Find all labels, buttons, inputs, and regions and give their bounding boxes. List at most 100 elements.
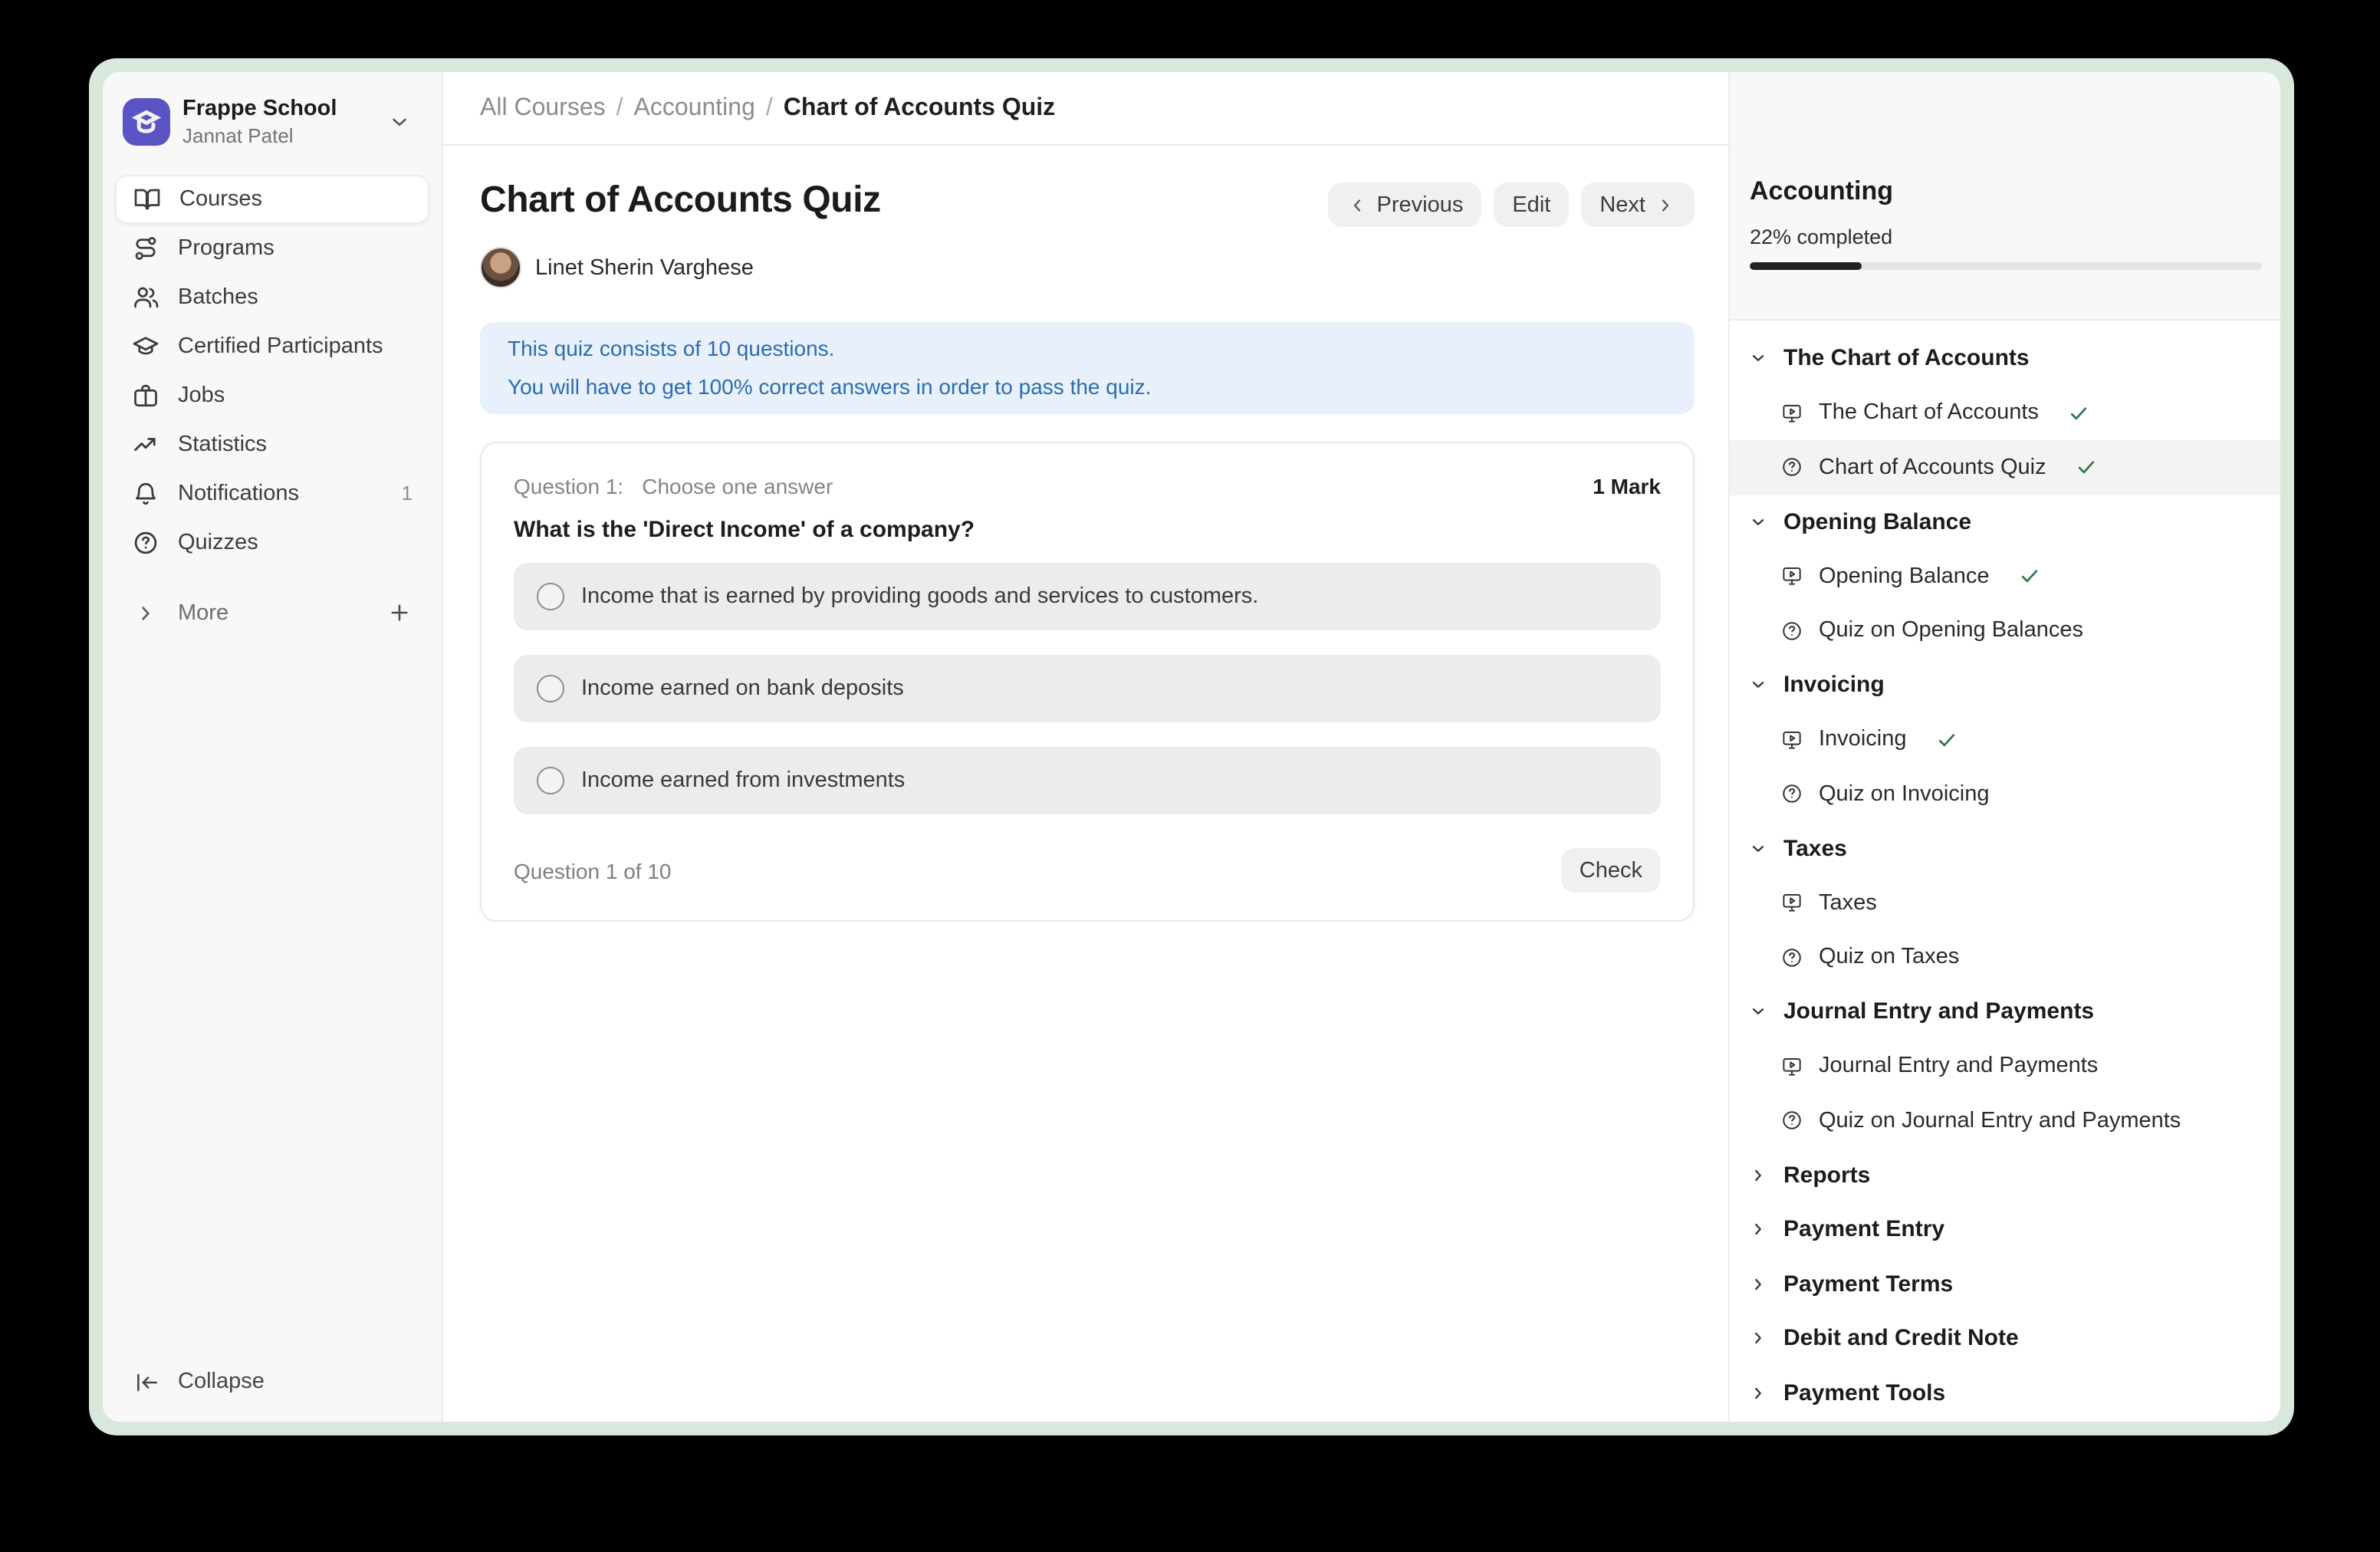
sidebar-item-courses[interactable]: Courses [115, 174, 429, 223]
course-panel-header: Accounting 22% completed [1730, 72, 2280, 321]
collapse-button[interactable]: Collapse [115, 1357, 429, 1406]
answer-options: Income that is earned by providing goods… [514, 563, 1661, 814]
chevron-right-icon [133, 600, 158, 625]
outline-item-label: Quiz on Opening Balances [1819, 619, 2083, 643]
quiz-option-2[interactable]: Income earned on bank deposits [514, 655, 1661, 722]
question-text: What is the 'Direct Income' of a company… [514, 517, 1661, 543]
edit-button[interactable]: Edit [1494, 182, 1569, 227]
option-label: Income that is earned by providing goods… [581, 584, 1258, 609]
sidebar-more-wrap: More [103, 588, 442, 637]
route-icon [132, 234, 159, 261]
sidebar-item-more[interactable]: More [115, 588, 429, 637]
breadcrumb-current: Chart of Accounts Quiz [784, 94, 1055, 122]
bell-icon [132, 479, 159, 507]
breadcrumb-accounting[interactable]: Accounting [634, 94, 755, 122]
previous-button[interactable]: Previous [1328, 182, 1482, 227]
sidebar-item-label: Batches [178, 284, 258, 309]
chevron-right-icon [1748, 1220, 1768, 1240]
help-circle-icon [1780, 620, 1803, 643]
author-avatar [480, 247, 521, 288]
outline-section-journal-entry-and-payments[interactable]: Journal Entry and Payments [1730, 985, 2280, 1039]
outline-section-opening-balance[interactable]: Opening Balance [1730, 495, 2280, 549]
briefcase-icon [132, 381, 159, 409]
outline-item-invoicing[interactable]: Invoicing [1730, 712, 2280, 767]
next-button[interactable]: Next [1581, 182, 1695, 227]
outline-item-label: Quiz on Invoicing [1819, 782, 1989, 807]
sidebar-item-batches[interactable]: Batches [115, 272, 429, 321]
brand-text: Frappe School Jannat Patel [182, 97, 376, 148]
sidebar-item-certified-participants[interactable]: Certified Participants [115, 321, 429, 370]
outline-item-quiz-on-taxes[interactable]: Quiz on Taxes [1730, 930, 2280, 985]
sidebar-item-quizzes[interactable]: Quizzes [115, 518, 429, 567]
question-card-header: Question 1: Choose one answer 1 Mark [514, 474, 1661, 498]
sidebar-item-notifications[interactable]: Notifications1 [115, 469, 429, 518]
outline-section-taxes[interactable]: Taxes [1730, 821, 2280, 876]
monitor-play-icon [1780, 402, 1803, 425]
screen: Frappe School Jannat Patel CoursesProgra… [0, 0, 2380, 1552]
monitor-play-icon [1780, 728, 1803, 751]
radio-button[interactable] [537, 583, 564, 610]
trending-up-icon [132, 430, 159, 458]
outline-item-the-chart-of-accounts[interactable]: The Chart of Accounts [1730, 386, 2280, 440]
sidebar-item-programs[interactable]: Programs [115, 223, 429, 272]
course-outline: The Chart of Accounts The Chart of Accoun… [1730, 321, 2280, 1422]
outline-section-reports[interactable]: Reports [1730, 1148, 2280, 1202]
outline-section-payment-entry[interactable]: Payment Entry [1730, 1202, 2280, 1257]
left-sidebar: Frappe School Jannat Patel CoursesProgra… [103, 72, 443, 1422]
sidebar-item-label: Notifications [178, 481, 299, 505]
chevron-right-icon [1748, 1329, 1768, 1349]
outline-section-payment-tools[interactable]: Payment Tools [1730, 1366, 2280, 1420]
sidebar-item-jobs[interactable]: Jobs [115, 370, 429, 419]
outline-section-the-chart-of-accounts[interactable]: The Chart of Accounts [1730, 331, 2280, 386]
radio-button[interactable] [537, 767, 564, 794]
outline-item-label: Taxes [1819, 891, 1877, 916]
radio-button[interactable] [537, 675, 564, 702]
chevron-right-icon [1748, 1383, 1768, 1403]
check-icon [2068, 402, 2091, 425]
outline-section-label: Invoicing [1783, 672, 1885, 699]
outline-item-chart-of-accounts-quiz[interactable]: Chart of Accounts Quiz [1730, 440, 2280, 495]
app-window: Frappe School Jannat Patel CoursesProgra… [89, 58, 2294, 1435]
help-circle-icon [1780, 456, 1803, 479]
outline-item-quiz-on-invoicing[interactable]: Quiz on Invoicing [1730, 767, 2280, 821]
outline-item-journal-entry-and-payments[interactable]: Journal Entry and Payments [1730, 1039, 2280, 1093]
users-icon [132, 283, 159, 311]
add-icon[interactable] [386, 600, 413, 626]
course-outline-panel: Accounting 22% completed The Chart of Ac… [1728, 72, 2280, 1422]
graduation-cap-icon [132, 332, 159, 360]
breadcrumb-all-courses[interactable]: All Courses [480, 94, 606, 122]
next-label: Next [1599, 192, 1645, 217]
question-progress: Question 1 of 10 [514, 858, 672, 883]
collapse-label: Collapse [178, 1370, 265, 1394]
outline-item-quiz-on-opening-balances[interactable]: Quiz on Opening Balances [1730, 603, 2280, 658]
help-circle-icon [1780, 946, 1803, 969]
question-card: Question 1: Choose one answer 1 Mark Wha… [480, 442, 1695, 922]
help-circle-icon [1780, 783, 1803, 806]
question-marks: 1 Mark [1593, 474, 1661, 498]
chevron-down-icon [1748, 676, 1768, 695]
outline-item-label: The Chart of Accounts [1819, 401, 2039, 426]
more-label: More [178, 600, 228, 625]
course-completed-label: 22% completed [1750, 225, 2262, 248]
check-button[interactable]: Check [1561, 848, 1661, 893]
outline-section-invoicing[interactable]: Invoicing [1730, 658, 2280, 712]
outline-section-payment-terms[interactable]: Payment Terms [1730, 1257, 2280, 1311]
sidebar-item-label: Certified Participants [178, 334, 383, 358]
outline-item-taxes[interactable]: Taxes [1730, 876, 2280, 930]
sidebar-item-statistics[interactable]: Statistics [115, 419, 429, 469]
outline-section-debit-and-credit-note[interactable]: Debit and Credit Note [1730, 1311, 2280, 1366]
outline-section-label: Opening Balance [1783, 509, 1971, 535]
chevron-down-icon [1748, 1002, 1768, 1022]
outline-item-quiz-on-journal-entry-and-payments[interactable]: Quiz on Journal Entry and Payments [1730, 1093, 2280, 1148]
quiz-option-1[interactable]: Income that is earned by providing goods… [514, 563, 1661, 630]
notice-line-1: This quiz consists of 10 questions. [508, 330, 1667, 368]
app-frame: Frappe School Jannat Patel CoursesProgra… [103, 72, 2280, 1422]
outline-section-label: Journal Entry and Payments [1783, 999, 2094, 1025]
outline-item-opening-balance[interactable]: Opening Balance [1730, 549, 2280, 603]
outline-item-label: Journal Entry and Payments [1819, 1054, 2098, 1079]
workspace-switcher[interactable]: Frappe School Jannat Patel [103, 72, 442, 148]
course-title: Accounting [1750, 176, 2262, 207]
check-icon [1935, 728, 1958, 751]
quiz-option-3[interactable]: Income earned from investments [514, 747, 1661, 814]
outline-item-label: Chart of Accounts Quiz [1819, 455, 2046, 480]
